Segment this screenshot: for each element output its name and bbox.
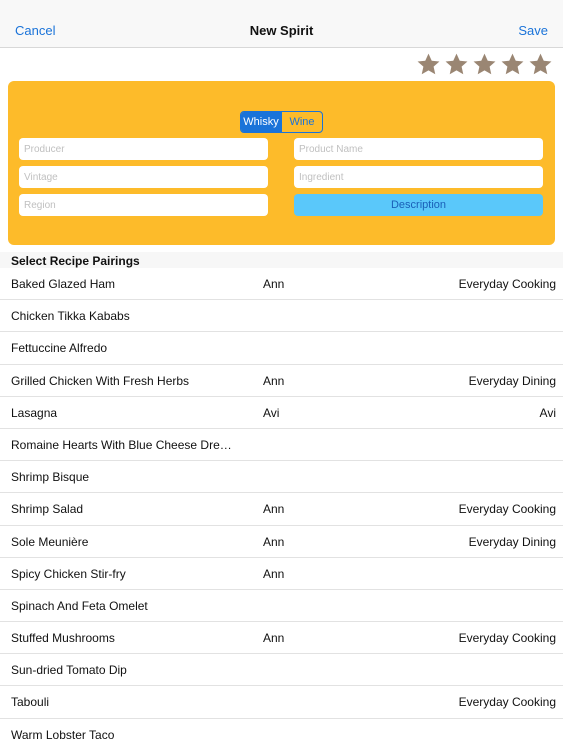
table-row[interactable]: Romaine Hearts With Blue Cheese Dre…	[0, 429, 563, 462]
star-icon[interactable]	[444, 52, 469, 77]
recipe-name: Sun-dried Tomato Dip	[11, 663, 127, 678]
recipe-name: Lasagna	[11, 405, 58, 420]
table-row[interactable]: Fettuccine Alfredo	[0, 332, 563, 365]
recipe-source: Everyday Cooking	[458, 502, 556, 517]
spirit-type-segmented-control: Whisky Wine	[240, 111, 323, 133]
star-icon[interactable]	[528, 52, 553, 77]
table-row[interactable]: Shrimp Bisque	[0, 461, 563, 494]
recipe-source: Everyday Dining	[468, 373, 556, 388]
section-header: Select Recipe Pairings	[0, 252, 563, 268]
save-button[interactable]: Save	[518, 23, 548, 38]
recipe-name: Grilled Chicken With Fresh Herbs	[11, 373, 190, 388]
recipe-name: Warm Lobster Taco	[11, 727, 115, 742]
recipe-pairings-list: Baked Glazed Ham Ann Everyday Cooking Chic…	[0, 268, 563, 751]
recipe-source: Everyday Cooking	[458, 631, 556, 646]
vintage-field[interactable]	[19, 166, 268, 188]
star-rating	[416, 52, 553, 77]
table-row[interactable]: Grilled Chicken With Fresh Herbs Ann Every…	[0, 365, 563, 397]
recipe-name: Sole Meunière	[11, 534, 89, 549]
section-header-label: Select Recipe Pairings	[11, 254, 140, 268]
description-button[interactable]: Description	[294, 194, 543, 216]
recipe-name: Chicken Tikka Kababs	[11, 309, 130, 324]
recipe-name: Spicy Chicken Stir-fry	[11, 566, 126, 581]
spirit-form-panel: Whisky Wine Description	[8, 81, 555, 245]
recipe-name: Stuffed Mushrooms	[11, 631, 115, 646]
table-row[interactable]: Spinach And Feta Omelet	[0, 590, 563, 623]
table-row[interactable]: Tabouli Everyday Cooking	[0, 686, 563, 719]
recipe-author: Ann	[263, 502, 285, 517]
recipe-name: Romaine Hearts With Blue Cheese Dre…	[11, 437, 232, 452]
recipe-author: Ann	[263, 534, 285, 549]
table-row[interactable]: Spicy Chicken Stir-fry Ann	[0, 558, 563, 590]
table-row[interactable]: Sole Meunière Ann Everyday Dining	[0, 526, 563, 558]
table-row[interactable]: Lasagna Avi Avi	[0, 397, 563, 429]
table-row[interactable]: Chicken Tikka Kababs	[0, 300, 563, 333]
recipe-name: Fettuccine Alfredo	[11, 341, 108, 356]
recipe-author: Ann	[263, 566, 285, 581]
star-icon[interactable]	[472, 52, 497, 77]
recipe-name: Shrimp Salad	[11, 502, 84, 517]
table-row[interactable]: Baked Glazed Ham Ann Everyday Cooking	[0, 268, 563, 301]
product-name-field[interactable]	[294, 138, 543, 160]
recipe-source: Avi	[539, 405, 556, 420]
recipe-name: Shrimp Bisque	[11, 470, 90, 485]
region-field[interactable]	[19, 194, 268, 216]
table-row[interactable]: Shrimp Salad Ann Everyday Cooking	[0, 493, 563, 526]
recipe-author: Ann	[263, 631, 285, 646]
page-title: New Spirit	[249, 23, 314, 38]
recipe-name: Tabouli	[11, 695, 50, 710]
table-row[interactable]: Sun-dried Tomato Dip	[0, 654, 563, 687]
recipe-author: Avi	[263, 405, 280, 420]
recipe-source: Everyday Dining	[468, 534, 556, 549]
segment-whisky[interactable]: Whisky	[241, 112, 281, 132]
table-row[interactable]: Stuffed Mushrooms Ann Everyday Cooking	[0, 622, 563, 655]
recipe-source: Everyday Cooking	[458, 277, 556, 291]
star-icon[interactable]	[500, 52, 525, 77]
star-icon[interactable]	[416, 52, 441, 77]
table-row[interactable]: Warm Lobster Taco	[0, 719, 563, 751]
recipe-name: Spinach And Feta Omelet	[11, 598, 148, 613]
recipe-source: Everyday Cooking	[458, 695, 556, 710]
ingredient-field[interactable]	[294, 166, 543, 188]
segment-wine[interactable]: Wine	[281, 112, 322, 132]
recipe-author: Ann	[263, 373, 285, 388]
producer-field[interactable]	[19, 138, 268, 160]
recipe-name: Baked Glazed Ham	[11, 277, 116, 291]
navigation-bar: Cancel New Spirit Save	[0, 0, 563, 48]
recipe-author: Ann	[263, 277, 285, 291]
